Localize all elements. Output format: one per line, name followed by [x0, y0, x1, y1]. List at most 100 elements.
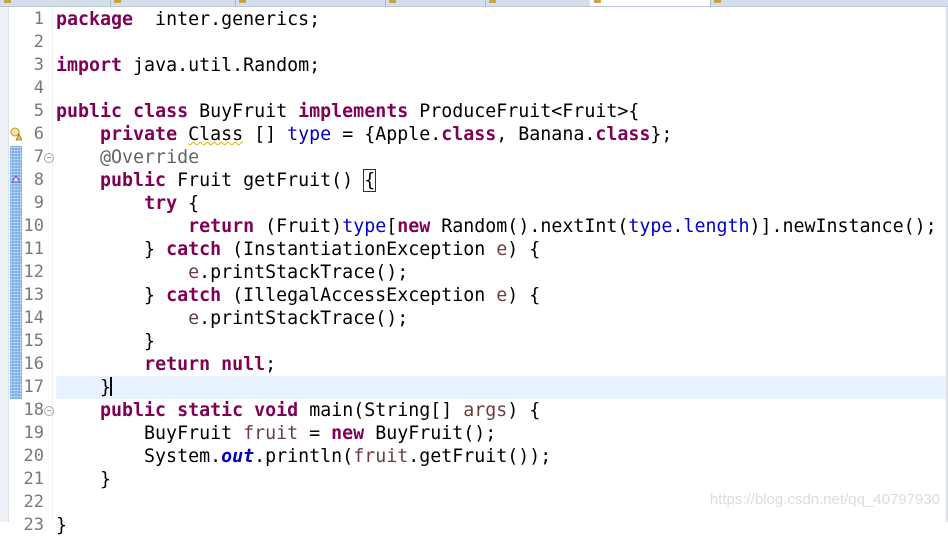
code-line[interactable]: 14 e.printStackTrace(); — [0, 307, 946, 330]
code-token: .getFruit()); — [408, 446, 552, 467]
java-file-icon — [594, 0, 601, 3]
editor-tab[interactable] — [110, 0, 236, 6]
code-line[interactable]: 8 public Fruit getFruit() { — [0, 169, 946, 192]
line-number: 15 — [23, 331, 44, 351]
code-token: new — [397, 216, 431, 237]
code-line[interactable]: 1 package inter.generics; — [0, 8, 946, 31]
code-token: (Fruit) — [254, 216, 343, 237]
fold-collapse-icon[interactable]: − — [44, 153, 54, 163]
code-token: = — [298, 423, 332, 444]
line-number: 11 — [23, 239, 44, 259]
editor-tab-active[interactable] — [590, 0, 711, 6]
code-line[interactable]: 16 return null; — [0, 353, 946, 376]
code-token: }; — [650, 124, 673, 145]
code-line[interactable]: 2 — [0, 31, 946, 54]
code-text: } catch (IllegalAccessException e) { — [56, 284, 540, 307]
code-token: } — [56, 331, 156, 352]
editor-tab[interactable] — [485, 0, 591, 6]
line-number: 7 — [33, 147, 44, 167]
code-token: implements — [298, 101, 409, 122]
code-token: ; — [265, 354, 277, 375]
line-number: 9 — [33, 193, 44, 213]
line-number: 16 — [23, 354, 44, 374]
line-number: 19 — [23, 423, 44, 443]
code-token: public — [56, 101, 123, 122]
code-line[interactable]: 15 } — [0, 330, 946, 353]
code-token: .printStackTrace(); — [199, 308, 409, 329]
code-text: } catch (InstantiationException e) { — [56, 238, 540, 261]
code-line[interactable]: 17 } — [0, 376, 946, 399]
editor-tab[interactable] — [235, 0, 386, 6]
line-number: 17 — [23, 377, 44, 397]
code-token: e — [188, 262, 200, 283]
code-line[interactable]: 4 — [0, 77, 946, 100]
code-line[interactable]: 13 } catch (IllegalAccessException e) { — [0, 284, 946, 307]
code-line[interactable]: 3 import java.util.Random; — [0, 54, 946, 77]
java-file-icon — [489, 0, 496, 3]
code-line[interactable]: 5 public class BuyFruit implements Produc… — [0, 100, 946, 123]
code-text: public static void main(String[] args) { — [56, 399, 540, 422]
editor-tab[interactable] — [385, 0, 486, 6]
fold-collapse-icon[interactable]: − — [44, 406, 54, 416]
editor-tab[interactable] — [0, 0, 111, 6]
code-line[interactable]: 18− public static void main(String[] arg… — [0, 399, 946, 422]
code-text: System.out.println(fruit.getFruit()); — [56, 445, 551, 468]
code-token: System. — [56, 446, 222, 467]
code-line[interactable]: 10 return (Fruit)type[new Random().nextI… — [0, 215, 946, 238]
code-token: import — [56, 55, 123, 76]
code-line[interactable]: 21 } — [0, 468, 946, 491]
editor-tab[interactable] — [710, 0, 948, 6]
code-token: fruit — [243, 423, 299, 444]
java-file-icon — [714, 0, 721, 3]
code-token: type — [287, 124, 332, 145]
code-token: } — [56, 469, 112, 490]
line-number: 12 — [23, 262, 44, 282]
code-line[interactable]: 23} — [0, 514, 946, 537]
code-line[interactable]: 6 private Class [] type = {Apple.class, … — [0, 123, 946, 146]
code-token: public — [100, 400, 167, 421]
code-line[interactable]: 20 System.out.println(fruit.getFruit()); — [0, 445, 946, 468]
warning-icon[interactable] — [10, 127, 22, 141]
java-file-icon — [4, 0, 11, 3]
code-token: ) { — [507, 285, 541, 306]
current-line-highlight — [56, 376, 946, 399]
code-token: ) { — [507, 239, 541, 260]
code-line[interactable]: 9 try { — [0, 192, 946, 215]
code-text: import java.util.Random; — [56, 54, 320, 77]
code-text: private Class [] type = {Apple.class, Ba… — [56, 123, 672, 146]
code-line[interactable]: 7− @Override — [0, 146, 946, 169]
code-token: } — [56, 377, 112, 398]
code-token: , Banana. — [496, 124, 596, 145]
code-token: e — [496, 239, 508, 260]
line-number: 3 — [33, 55, 44, 75]
code-token: static — [177, 400, 244, 421]
code-line[interactable]: 12 e.printStackTrace(); — [0, 261, 946, 284]
code-token: class — [595, 124, 651, 145]
code-token: Class — [188, 124, 244, 145]
code-token: void — [254, 400, 299, 421]
code-text: return (Fruit)type[new Random().nextInt(… — [56, 215, 937, 238]
line-number: 10 — [23, 216, 44, 236]
override-icon[interactable] — [11, 175, 21, 183]
line-number: 22 — [23, 492, 44, 512]
code-token: . — [672, 216, 684, 237]
watermark: https://blog.csdn.net/qq_40797930 — [709, 491, 940, 508]
code-text: e.printStackTrace(); — [56, 307, 408, 330]
code-text: } — [56, 514, 67, 537]
code-line[interactable]: 19 BuyFruit fruit = new BuyFruit(); — [0, 422, 946, 445]
code-token: e — [496, 285, 508, 306]
code-token: Fruit getFruit() — [166, 170, 365, 191]
code-text: try { — [56, 192, 199, 215]
code-line[interactable]: 11 } catch (InstantiationException e) { — [0, 238, 946, 261]
line-number: 13 — [23, 285, 44, 305]
